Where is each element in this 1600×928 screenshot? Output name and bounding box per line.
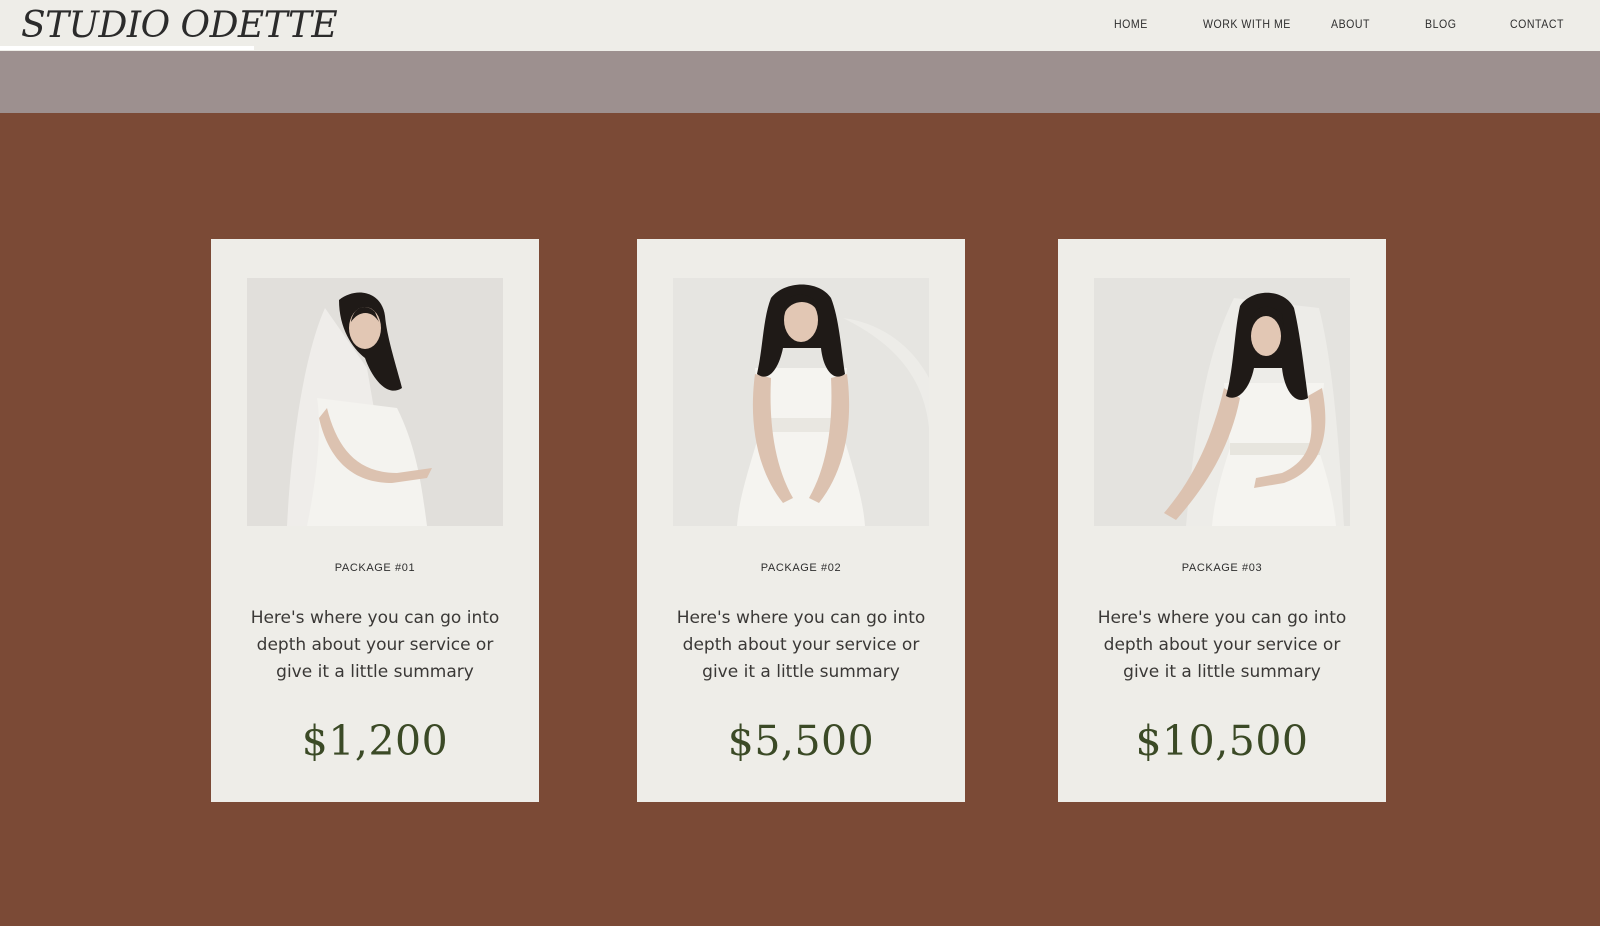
- nav-item-work-with-me[interactable]: WORK WITH ME: [1203, 17, 1291, 31]
- package-description: Here's where you can go into depth about…: [250, 608, 500, 682]
- nav-item-home[interactable]: HOME: [1114, 17, 1148, 31]
- package-description: Here's where you can go into depth about…: [1097, 608, 1347, 682]
- logo-underline: [0, 46, 254, 50]
- package-card-3[interactable]: PACKAGE #03 Here's where you can go into…: [1058, 239, 1386, 802]
- package-price: $1,200: [301, 717, 449, 765]
- package-price: $5,500: [727, 717, 875, 765]
- nav-item-about[interactable]: ABOUT: [1331, 17, 1370, 31]
- hero-band: [0, 51, 1600, 113]
- package-price: $10,500: [1135, 717, 1309, 765]
- bride-with-veil-photo: [247, 278, 503, 526]
- bride-looking-down-photo: [1094, 278, 1350, 526]
- package-card-1[interactable]: PACKAGE #01 Here's where you can go into…: [211, 239, 539, 802]
- package-label: PACKAGE #03: [1181, 562, 1263, 574]
- bride-portrait-photo: [673, 278, 929, 526]
- site-header: STUDIO ODETTE HOME WORK WITH ME ABOUT BL…: [0, 0, 1600, 51]
- package-label: PACKAGE #01: [334, 562, 416, 574]
- package-label: PACKAGE #02: [760, 562, 842, 574]
- nav-item-blog[interactable]: BLOG: [1425, 17, 1456, 31]
- page: STUDIO ODETTE HOME WORK WITH ME ABOUT BL…: [0, 0, 1600, 928]
- package-card-2[interactable]: PACKAGE #02 Here's where you can go into…: [637, 239, 965, 802]
- nav-item-contact[interactable]: CONTACT: [1510, 17, 1564, 31]
- main-nav: HOME WORK WITH ME ABOUT BLOG CONTACT: [0, 17, 1600, 37]
- package-description: Here's where you can go into depth about…: [676, 608, 926, 682]
